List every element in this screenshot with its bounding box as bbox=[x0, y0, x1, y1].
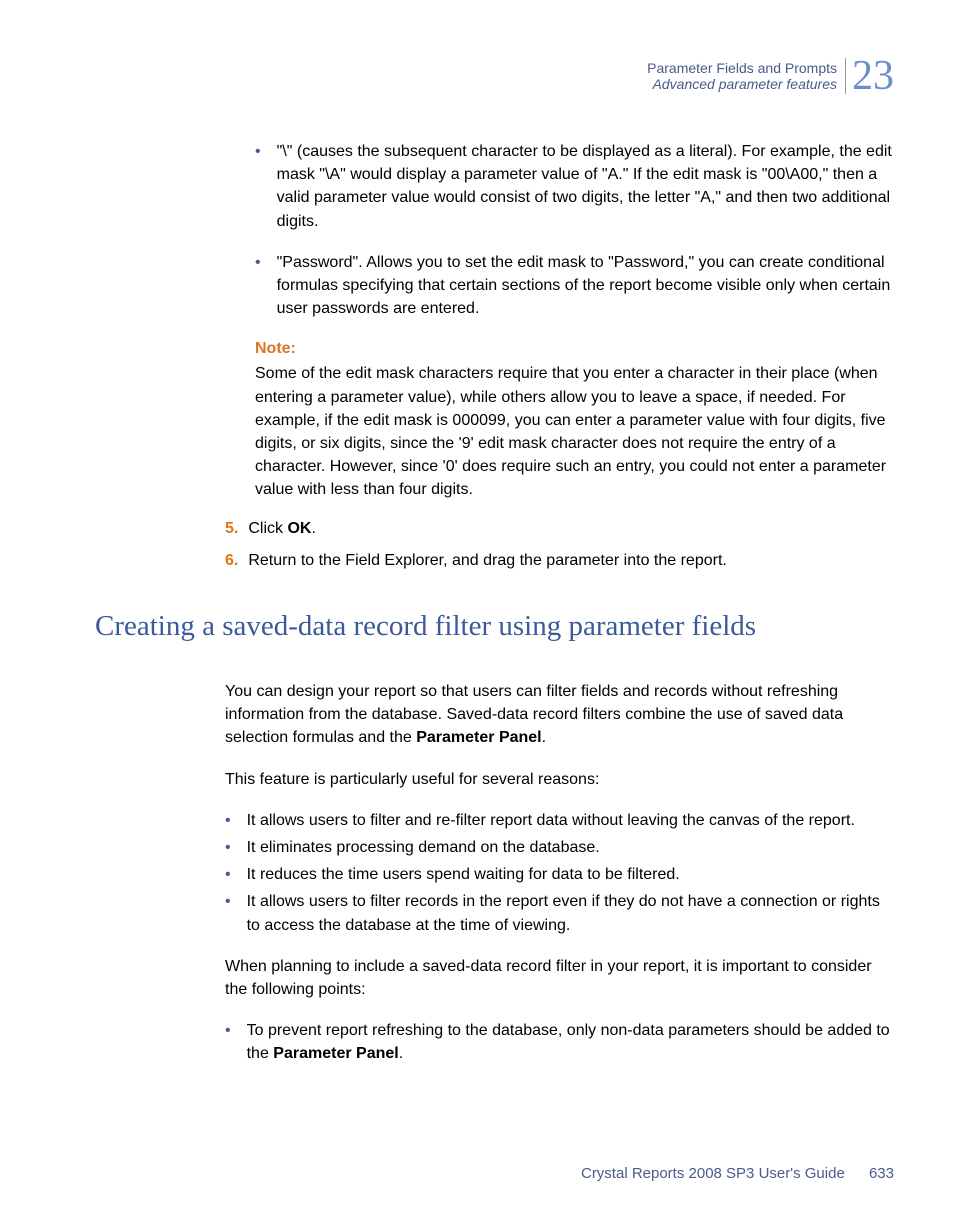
note-label: Note: bbox=[255, 340, 894, 358]
paragraph: You can design your report so that users… bbox=[225, 680, 894, 750]
bullet-icon: • bbox=[255, 251, 261, 321]
footer-doc-title: Crystal Reports 2008 SP3 User's Guide bbox=[581, 1165, 845, 1182]
chapter-number: 23 bbox=[852, 55, 894, 97]
feature-text: It reduces the time users spend waiting … bbox=[247, 863, 680, 886]
step-number: 5. bbox=[225, 517, 238, 540]
header-chapter-title: Parameter Fields and Prompts bbox=[647, 60, 837, 76]
bullet-text: "\" (causes the subsequent character to … bbox=[277, 140, 894, 233]
bullet-text: "Password". Allows you to set the edit m… bbox=[277, 251, 894, 321]
bullet-icon: • bbox=[255, 140, 261, 233]
section-heading: Creating a saved-data record filter usin… bbox=[95, 608, 894, 644]
feature-text: It eliminates processing demand on the d… bbox=[247, 836, 600, 859]
step-text: Return to the Field Explorer, and drag t… bbox=[248, 549, 727, 572]
paragraph: This feature is particularly useful for … bbox=[225, 768, 894, 791]
step-item: 6. Return to the Field Explorer, and dra… bbox=[225, 549, 894, 572]
page-header: Parameter Fields and Prompts Advanced pa… bbox=[647, 55, 894, 97]
page-content: • "\" (causes the subsequent character t… bbox=[95, 140, 894, 1084]
note-text: Some of the edit mask characters require… bbox=[255, 362, 894, 501]
point-text: To prevent report refreshing to the data… bbox=[247, 1019, 894, 1065]
feature-text: It allows users to filter and re-filter … bbox=[247, 809, 855, 832]
step-text: Click OK. bbox=[248, 517, 316, 540]
feature-item: • It eliminates processing demand on the… bbox=[225, 836, 894, 859]
step-number: 6. bbox=[225, 549, 238, 572]
paragraph: When planning to include a saved-data re… bbox=[225, 955, 894, 1001]
point-item: • To prevent report refreshing to the da… bbox=[225, 1019, 894, 1065]
planning-points: • To prevent report refreshing to the da… bbox=[225, 1019, 894, 1065]
bullet-icon: • bbox=[225, 836, 231, 859]
bullet-item: • "Password". Allows you to set the edit… bbox=[255, 251, 894, 321]
header-divider bbox=[845, 58, 846, 94]
edit-mask-bullets: • "\" (causes the subsequent character t… bbox=[255, 140, 894, 320]
feature-item: • It allows users to filter records in t… bbox=[225, 890, 894, 936]
footer-page-number: 633 bbox=[869, 1165, 894, 1182]
feature-item: • It allows users to filter and re-filte… bbox=[225, 809, 894, 832]
header-text-block: Parameter Fields and Prompts Advanced pa… bbox=[647, 60, 837, 92]
bullet-icon: • bbox=[225, 809, 231, 832]
step-item: 5. Click OK. bbox=[225, 517, 894, 540]
bullet-item: • "\" (causes the subsequent character t… bbox=[255, 140, 894, 233]
bullet-icon: • bbox=[225, 890, 231, 936]
note-block: Note: Some of the edit mask characters r… bbox=[255, 340, 894, 501]
numbered-steps: 5. Click OK. 6. Return to the Field Expl… bbox=[225, 517, 894, 571]
feature-bullets: • It allows users to filter and re-filte… bbox=[225, 809, 894, 937]
header-section-title: Advanced parameter features bbox=[647, 76, 837, 92]
feature-item: • It reduces the time users spend waitin… bbox=[225, 863, 894, 886]
feature-text: It allows users to filter records in the… bbox=[247, 890, 894, 936]
page-footer: Crystal Reports 2008 SP3 User's Guide 63… bbox=[581, 1165, 894, 1182]
bullet-icon: • bbox=[225, 1019, 231, 1065]
bullet-icon: • bbox=[225, 863, 231, 886]
